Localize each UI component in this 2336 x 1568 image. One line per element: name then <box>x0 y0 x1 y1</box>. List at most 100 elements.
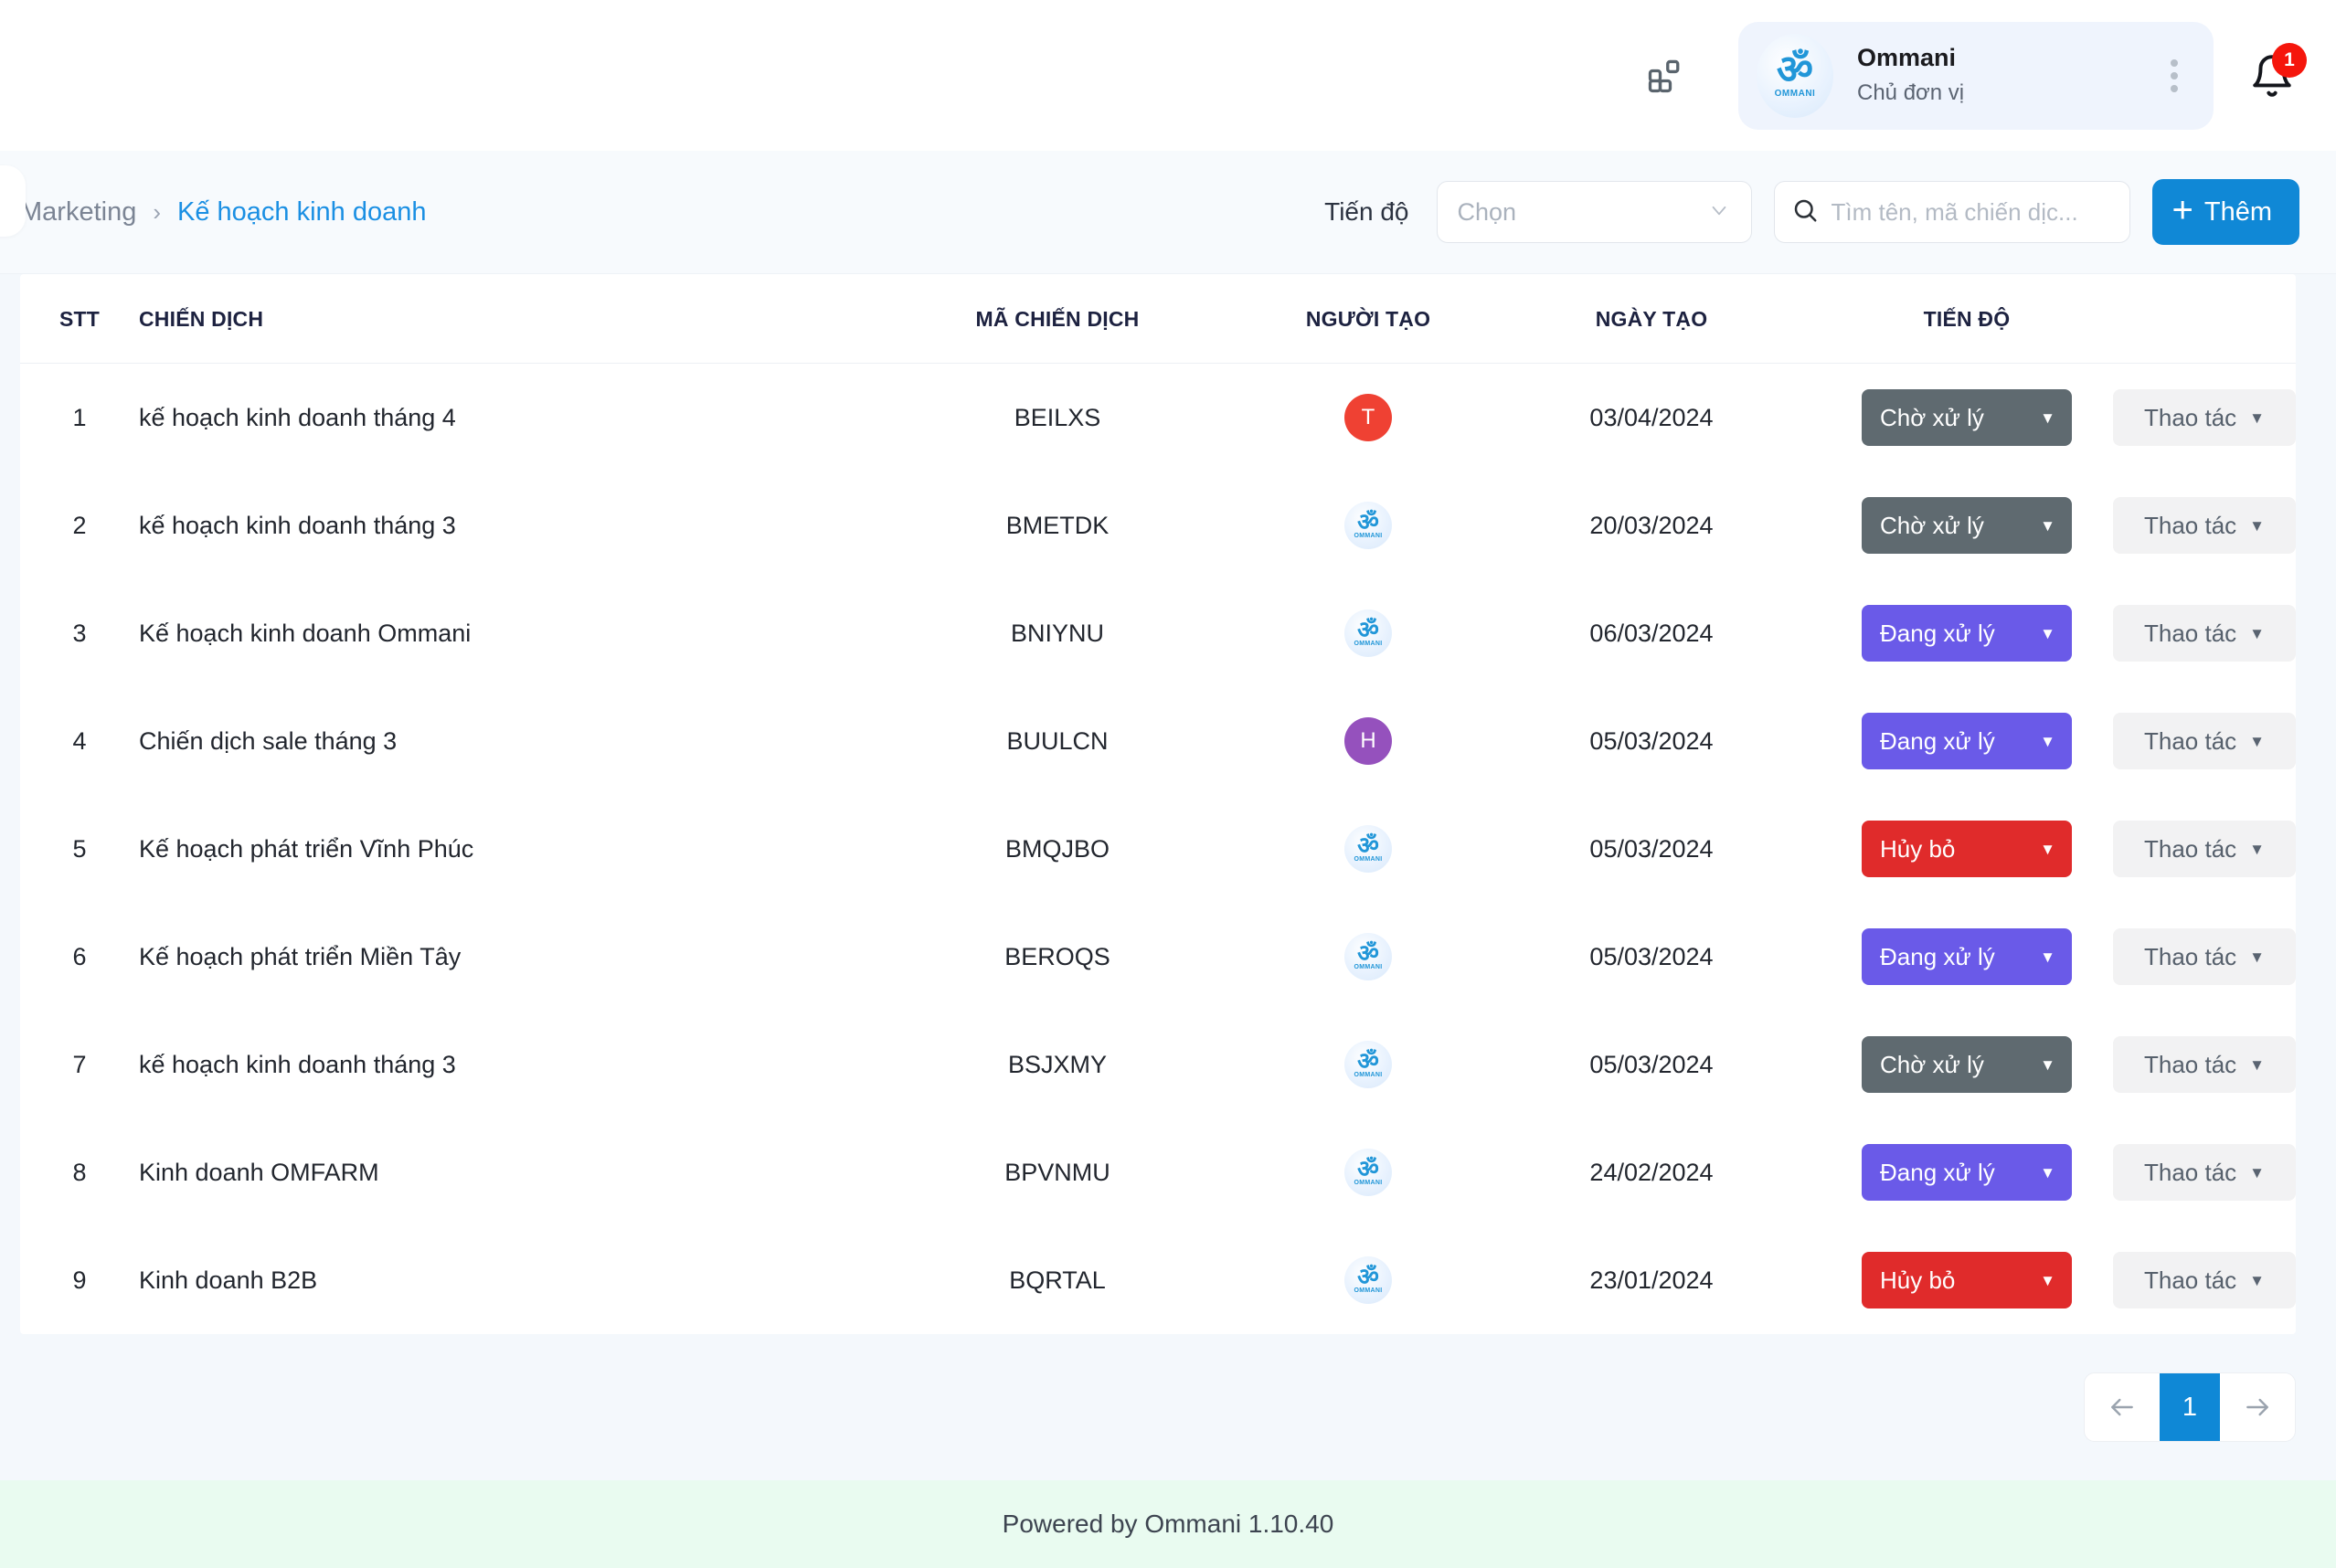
table-row[interactable]: 7 kế hoạch kinh doanh tháng 3 BSJXMY ॐ OMMAN… <box>20 1011 2296 1118</box>
cell-created-date: 05/03/2024 <box>1589 834 1714 863</box>
pagination-row: 1 <box>0 1334 2336 1442</box>
cell-created-date: 05/03/2024 <box>1589 942 1714 970</box>
action-dropdown[interactable]: Thao tác ▼ <box>2113 1252 2296 1308</box>
action-label: Thao tác <box>2144 1050 2237 1078</box>
chevron-down-icon: ▼ <box>2249 732 2265 750</box>
column-header-date: NGÀY TẠO <box>1482 274 1821 364</box>
cell-campaign-name: kế hoạch kinh doanh tháng 3 <box>139 511 456 539</box>
cell-creator: ॐ OMMANI <box>1254 903 1482 1011</box>
creator-avatar-logo: ॐ OMMANI <box>1344 933 1392 980</box>
status-dropdown[interactable]: Đang xử lý ▼ <box>1862 605 2072 662</box>
table-header-row: STT CHIẾN DỊCH MÃ CHIẾN DỊCH NGƯỜI TẠO N… <box>20 274 2296 364</box>
om-wordmark: OMMANI <box>1354 1287 1383 1294</box>
status-label: Hủy bỏ <box>1880 1266 1956 1294</box>
cell-created-date: 05/03/2024 <box>1589 726 1714 755</box>
cell-campaign-name: Chiến dịch sale tháng 3 <box>139 726 398 755</box>
table-row[interactable]: 9 Kinh doanh B2B BQRTAL ॐ OMMANI 23/01/2024 Hủ… <box>20 1226 2296 1334</box>
account-role: Chủ đơn vị <box>1857 80 1965 106</box>
status-dropdown[interactable]: Hủy bỏ ▼ <box>1862 1252 2072 1308</box>
status-label: Chờ xử lý <box>1880 1050 1984 1078</box>
action-dropdown[interactable]: Thao tác ▼ <box>2113 821 2296 877</box>
chevron-down-icon: ▼ <box>2249 516 2265 535</box>
action-label: Thao tác <box>2144 1266 2237 1294</box>
column-header-progress: TIẾN ĐỘ <box>1821 274 2113 364</box>
status-label: Chờ xử lý <box>1880 403 1984 431</box>
cell-action: Thao tác ▼ <box>2113 903 2296 1011</box>
chevron-down-icon: ▼ <box>2040 1163 2055 1181</box>
cell-campaign-name: Kế hoạch phát triển Vĩnh Phúc <box>139 834 474 863</box>
add-button[interactable]: + Thêm <box>2151 179 2299 245</box>
creator-avatar-logo: ॐ OMMANI <box>1344 1256 1392 1304</box>
action-label: Thao tác <box>2144 619 2237 647</box>
pagination-page-1[interactable]: 1 <box>2160 1373 2220 1441</box>
creator-avatar-logo: ॐ OMMANI <box>1344 1149 1392 1196</box>
creator-avatar-initial: H <box>1344 717 1392 765</box>
account-menu-kebab-icon[interactable] <box>2161 48 2188 103</box>
pagination-prev-button[interactable] <box>2085 1373 2160 1441</box>
campaign-table-card: STT CHIẾN DỊCH MÃ CHIẾN DỊCH NGƯỜI TẠO N… <box>20 274 2296 1334</box>
table-row[interactable]: 6 Kế hoạch phát triển Miền Tây BEROQS ॐ OMMA… <box>20 903 2296 1011</box>
cell-campaign-code: BEROQS <box>1004 942 1110 970</box>
table-row[interactable]: 8 Kinh doanh OMFARM BPVNMU ॐ OMMANI 24/02/202… <box>20 1118 2296 1226</box>
cell-stt: 4 <box>72 726 87 755</box>
kebab-dot <box>2171 71 2178 79</box>
status-label: Đang xử lý <box>1880 942 1995 970</box>
cell-action: Thao tác ▼ <box>2113 687 2296 795</box>
cell-action: Thao tác ▼ <box>2113 364 2296 472</box>
om-wordmark: OMMANI <box>1354 640 1383 647</box>
cell-campaign-name: Kế hoạch kinh doanh Ommani <box>139 619 472 647</box>
cell-created-date: 03/04/2024 <box>1589 403 1714 431</box>
chevron-down-icon: ▼ <box>2040 732 2055 750</box>
action-dropdown[interactable]: Thao tác ▼ <box>2113 389 2296 446</box>
breadcrumb-parent[interactable]: Marketing <box>20 197 136 228</box>
search-box[interactable] <box>1773 181 2130 243</box>
om-wordmark: OMMANI <box>1354 855 1383 863</box>
action-label: Thao tác <box>2144 834 2237 863</box>
table-row[interactable]: 5 Kế hoạch phát triển Vĩnh Phúc BMQJBO ॐ OMM… <box>20 795 2296 903</box>
action-dropdown[interactable]: Thao tác ▼ <box>2113 605 2296 662</box>
table-row[interactable]: 3 Kế hoạch kinh doanh Ommani BNIYNU ॐ OMMANI… <box>20 579 2296 687</box>
sidebar-toggle[interactable] <box>0 165 26 237</box>
action-dropdown[interactable]: Thao tác ▼ <box>2113 497 2296 554</box>
action-dropdown[interactable]: Thao tác ▼ <box>2113 928 2296 985</box>
action-dropdown[interactable]: Thao tác ▼ <box>2113 1144 2296 1201</box>
om-glyph-icon: ॐ <box>1776 47 1814 92</box>
search-input[interactable] <box>1831 197 2113 227</box>
status-label: Đang xử lý <box>1880 1158 1995 1186</box>
cell-stt: 3 <box>72 619 87 647</box>
breadcrumb: Marketing › Kế hoạch kinh doanh <box>20 197 427 228</box>
breadcrumb-current[interactable]: Kế hoạch kinh doanh <box>177 197 427 228</box>
chevron-down-icon: ▼ <box>2040 1055 2055 1074</box>
status-dropdown[interactable]: Đang xử lý ▼ <box>1862 713 2072 769</box>
cell-status: Đang xử lý ▼ <box>1821 687 2113 795</box>
status-dropdown[interactable]: Đang xử lý ▼ <box>1862 1144 2072 1201</box>
status-label: Đang xử lý <box>1880 726 1995 755</box>
om-wordmark: OMMANI <box>1354 532 1383 539</box>
table-row[interactable]: 1 kế hoạch kinh doanh tháng 4 BEILXS T 03/04… <box>20 364 2296 472</box>
cell-creator: T <box>1254 364 1482 472</box>
action-dropdown[interactable]: Thao tác ▼ <box>2113 713 2296 769</box>
grid-apps-icon[interactable] <box>1640 50 1691 101</box>
action-dropdown[interactable]: Thao tác ▼ <box>2113 1036 2296 1093</box>
status-dropdown[interactable]: Đang xử lý ▼ <box>1862 928 2072 985</box>
table-row[interactable]: 2 kế hoạch kinh doanh tháng 3 BMETDK ॐ OMMAN… <box>20 471 2296 579</box>
creator-avatar-logo: ॐ OMMANI <box>1344 1041 1392 1088</box>
pagination-next-button[interactable] <box>2220 1373 2295 1441</box>
status-dropdown[interactable]: Hủy bỏ ▼ <box>1862 821 2072 877</box>
progress-select[interactable]: Chọn <box>1436 181 1752 243</box>
notification-bell-button[interactable]: 1 <box>2245 42 2307 103</box>
table-row[interactable]: 4 Chiến dịch sale tháng 3 BUULCN H 05/03/202… <box>20 687 2296 795</box>
cell-campaign-name: Kinh doanh OMFARM <box>139 1158 379 1186</box>
status-dropdown[interactable]: Chờ xử lý ▼ <box>1862 497 2072 554</box>
om-glyph-icon: ॐ <box>1357 616 1379 644</box>
cell-creator: ॐ OMMANI <box>1254 471 1482 579</box>
status-dropdown[interactable]: Chờ xử lý ▼ <box>1862 1036 2072 1093</box>
cell-created-date: 06/03/2024 <box>1589 619 1714 647</box>
creator-avatar-logo: ॐ OMMANI <box>1344 825 1392 873</box>
om-wordmark: OMMANI <box>1354 963 1383 970</box>
progress-filter-label: Tiến độ <box>1324 197 1409 226</box>
account-chip[interactable]: ॐ OMMANI Ommani Chủ đơn vị <box>1738 21 2214 130</box>
status-dropdown[interactable]: Chờ xử lý ▼ <box>1862 389 2072 446</box>
chevron-down-icon: ▼ <box>2040 624 2055 642</box>
chevron-down-icon: ▼ <box>2249 1163 2265 1181</box>
